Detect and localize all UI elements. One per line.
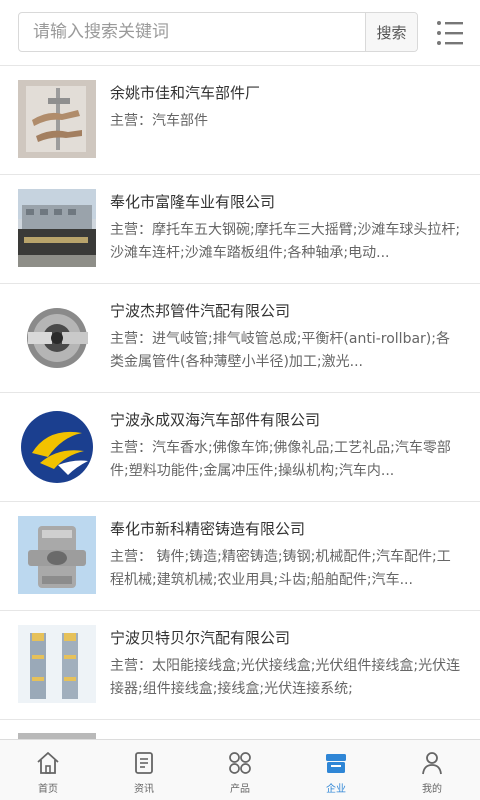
grid-icon [229,752,251,774]
company-list: 余姚市佳和汽车部件厂 主营：汽车部件 奉化市富隆车业有限公司 主营：摩托车五大钢… [0,66,480,720]
company-name[interactable]: 宁波贝特贝尔汽配有限公司 [110,627,465,648]
company-business: 主营：进气岐管;排气岐管总成;平衡杆(anti-rollbar);各类金属管件(… [110,331,450,370]
list-item[interactable]: 宁波杰邦管件汽配有限公司 主营：进气岐管;排气岐管总成;平衡杆(anti-rol… [0,284,480,393]
search-input[interactable] [19,13,365,51]
company-business: 主营：汽车香水;佛像车饰;佛像礼品;工艺礼品;汽车零部件;塑料功能件;金属冲压件… [110,440,451,479]
tab-companies[interactable]: 企业 [288,740,384,800]
list-item[interactable]: 奉化市新科精密铸造有限公司 主营： 铸件;铸造;精密铸造;铸钢;机械配件;汽车配… [0,502,480,611]
tab-mine[interactable]: 我的 [384,740,480,800]
list-item[interactable]: 宁波永成双海汽车部件有限公司 主营：汽车香水;佛像车饰;佛像礼品;工艺礼品;汽车… [0,393,480,502]
company-name[interactable]: 宁波永成双海汽车部件有限公司 [110,409,465,430]
list-item[interactable]: 宁波贝特贝尔汽配有限公司 主营：太阳能接线盒;光伏接线盒;光伏组件接线盒;光伏连… [0,611,480,720]
company-business: 主营：太阳能接线盒;光伏接线盒;光伏组件接线盒;光伏连接器;组件接线盒;接线盒;… [110,658,461,697]
company-name[interactable]: 余姚市佳和汽车部件厂 [110,82,465,103]
company-thumbnail [18,298,96,376]
bottom-tab-bar: 首页 资讯 产品 企业 我的 [0,739,480,800]
list-menu-icon [437,21,463,45]
company-thumbnail [18,625,96,703]
company-thumbnail [18,189,96,267]
list-item-partial[interactable] [0,719,480,739]
header: 搜索 [0,0,480,66]
company-name[interactable]: 奉化市新科精密铸造有限公司 [110,518,465,539]
company-name[interactable]: 奉化市富隆车业有限公司 [110,191,465,212]
search-button[interactable]: 搜索 [365,13,417,51]
tab-label: 企业 [326,784,346,795]
tab-label: 产品 [230,784,250,795]
company-business: 主营：汽车部件 [110,113,208,129]
tab-label: 我的 [422,784,442,795]
tab-label: 资讯 [134,784,154,795]
list-item[interactable]: 奉化市富隆车业有限公司 主营：摩托车五大钢碗;摩托车三大摇臂;沙滩车球头拉杆;沙… [0,175,480,284]
company-business: 主营：摩托车五大钢碗;摩托车三大摇臂;沙滩车球头拉杆;沙滩车连杆;沙滩车踏板组件… [110,222,461,261]
company-name[interactable]: 宁波杰邦管件汽配有限公司 [110,300,465,321]
store-icon [326,754,346,773]
tab-products[interactable]: 产品 [192,740,288,800]
tab-news[interactable]: 资讯 [96,740,192,800]
search-box: 搜索 [18,12,418,52]
menu-button[interactable] [434,18,466,48]
company-logo [18,407,96,485]
tab-label: 首页 [38,784,58,795]
list-item[interactable]: 余姚市佳和汽车部件厂 主营：汽车部件 [0,66,480,175]
user-icon [422,752,442,775]
company-business: 主营： 铸件;铸造;精密铸造;铸钢;机械配件;汽车配件;工程机械;建筑机械;农业… [110,549,451,588]
company-thumbnail [18,516,96,594]
company-thumbnail [18,80,96,158]
news-icon [135,752,153,774]
home-icon [37,752,59,774]
tab-home[interactable]: 首页 [0,740,96,800]
